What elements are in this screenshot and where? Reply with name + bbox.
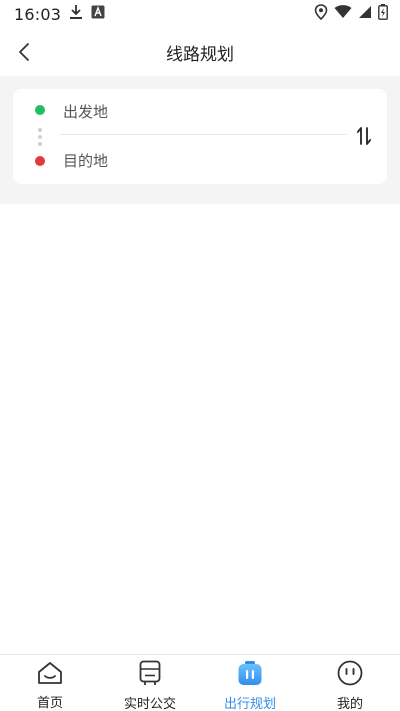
route-card: 出发地 目的地 [13,89,387,184]
home-icon [37,660,63,685]
location-icon [314,4,328,24]
trip-plan-icon [237,660,263,686]
tab-label: 出行规划 [223,697,276,711]
wifi-icon [334,5,352,23]
tab-label: 我的 [336,697,363,711]
tab-mine[interactable]: 我的 [300,655,400,711]
end-dot-icon [35,156,45,166]
connector-dot [38,142,42,146]
connector-dot [38,128,42,132]
tab-realtime-bus[interactable]: 实时公交 [100,655,200,711]
screen: 16:03 线路规划 出发地 目的地 首页 实时公交 出行规划 我的 [0,0,400,711]
tab-label: 实时公交 [123,697,176,711]
connector-dot [38,135,42,139]
status-time: 16:03 [14,4,62,24]
page-title: 线路规划 [166,44,234,65]
start-location-field[interactable]: 出发地 [63,101,108,122]
swap-arrows-icon [356,127,372,145]
divider [60,134,347,135]
tab-label: 首页 [36,696,63,711]
bus-icon [137,660,163,686]
download-icon [69,4,83,24]
tab-home[interactable]: 首页 [0,655,100,711]
app-notification-icon [91,5,105,23]
header: 线路规划 [0,28,400,76]
battery-icon [378,4,388,24]
back-button[interactable] [10,38,38,66]
start-dot-icon [35,105,45,115]
signal-icon [358,5,372,23]
tab-trip-plan[interactable]: 出行规划 [200,655,300,711]
destination-field[interactable]: 目的地 [63,150,108,171]
status-left: 16:03 [14,4,105,24]
profile-face-icon [337,660,363,686]
status-right [314,4,388,24]
swap-button[interactable] [354,125,374,147]
status-bar: 16:03 [0,0,400,28]
bottom-tab-bar: 首页 实时公交 出行规划 我的 [0,654,400,711]
chevron-left-icon [19,43,29,61]
